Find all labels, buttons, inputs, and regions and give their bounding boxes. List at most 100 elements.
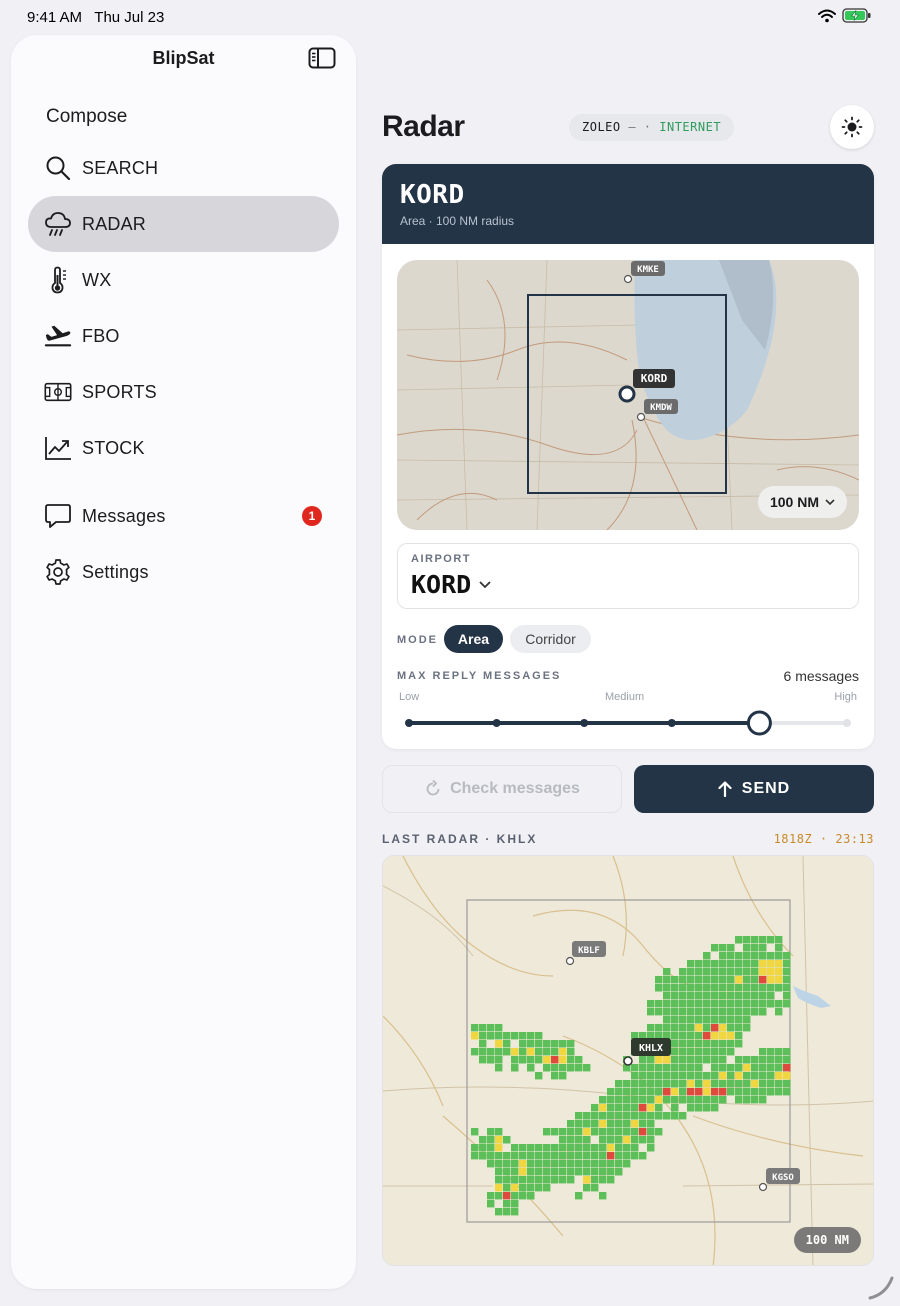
radar-cell xyxy=(471,1032,479,1040)
radar-cell xyxy=(751,1008,759,1016)
radar-cell xyxy=(567,1040,575,1048)
sidebar-toggle-icon[interactable] xyxy=(308,47,336,69)
range-selector[interactable]: 100 NM xyxy=(757,486,847,518)
radar-cell xyxy=(783,1080,791,1088)
radar-cell xyxy=(487,1200,495,1208)
sidebar-item-messages[interactable]: Messages 1 xyxy=(28,488,339,544)
radar-cell xyxy=(567,1056,575,1064)
radar-cell xyxy=(535,1048,543,1056)
radar-cell xyxy=(727,1072,735,1080)
radar-cell xyxy=(535,1040,543,1048)
check-messages-button[interactable]: Check messages xyxy=(382,765,622,813)
max-reply-slider[interactable] xyxy=(404,708,852,738)
radar-cell xyxy=(671,1088,679,1096)
radar-cell xyxy=(719,952,727,960)
radar-cell xyxy=(543,1184,551,1192)
radar-cell xyxy=(663,968,671,976)
radar-cell xyxy=(575,1120,583,1128)
radar-cell xyxy=(655,1088,663,1096)
radar-cell xyxy=(543,1040,551,1048)
radar-cell xyxy=(631,1080,639,1088)
radar-cell xyxy=(623,1160,631,1168)
radar-cell xyxy=(671,1024,679,1032)
radar-cell xyxy=(727,984,735,992)
radar-cell xyxy=(639,1128,647,1136)
radar-cell xyxy=(487,1056,495,1064)
radar-cell xyxy=(583,1160,591,1168)
sidebar-item-sports[interactable]: SPORTS xyxy=(28,364,339,420)
radar-cell xyxy=(735,1064,743,1072)
radar-cell xyxy=(495,1136,503,1144)
radar-cell xyxy=(543,1160,551,1168)
sidebar-item-search[interactable]: SEARCH xyxy=(28,140,339,196)
field-icon xyxy=(44,378,72,406)
mode-area-button[interactable]: Area xyxy=(444,625,503,653)
radar-cell xyxy=(655,1096,663,1104)
area-map[interactable]: KMKE KORD KMDW 100 NM xyxy=(397,260,859,530)
radar-cell xyxy=(727,1024,735,1032)
network-name: INTERNET xyxy=(659,120,722,134)
slider-tick xyxy=(405,719,413,727)
radar-cell xyxy=(623,1144,631,1152)
radar-cell xyxy=(487,1032,495,1040)
slider-tick xyxy=(492,719,501,727)
radar-cell xyxy=(775,1072,783,1080)
radar-cell xyxy=(551,1168,559,1176)
plane-departure-icon xyxy=(44,322,72,350)
sidebar-item-settings[interactable]: Settings xyxy=(28,544,339,600)
station-code: KORD xyxy=(400,180,465,210)
radar-cell xyxy=(735,1040,743,1048)
radar-cell xyxy=(719,1040,727,1048)
radar-cell xyxy=(487,1160,495,1168)
radar-cell xyxy=(583,1176,591,1184)
radar-cell xyxy=(679,984,687,992)
radar-cell xyxy=(519,1168,527,1176)
radar-cell xyxy=(559,1064,567,1072)
radar-cell xyxy=(551,1064,559,1072)
radar-cell xyxy=(559,1072,567,1080)
radar-cell xyxy=(575,1144,583,1152)
theme-toggle-button[interactable] xyxy=(830,105,874,149)
radar-cell xyxy=(519,1056,527,1064)
radar-cell xyxy=(623,1112,631,1120)
radar-cell xyxy=(735,1072,743,1080)
radar-cell xyxy=(639,1112,647,1120)
radar-cell xyxy=(599,1168,607,1176)
radar-cell xyxy=(559,1144,567,1152)
radar-cell xyxy=(735,960,743,968)
radar-cell xyxy=(703,1048,711,1056)
radar-cell xyxy=(519,1048,527,1056)
sidebar-item-radar[interactable]: RADAR xyxy=(28,196,339,252)
radar-cell xyxy=(671,1104,679,1112)
radar-cell xyxy=(783,1000,791,1008)
radar-cell xyxy=(727,960,735,968)
radar-cell xyxy=(783,984,791,992)
sidebar-item-wx[interactable]: WX xyxy=(28,252,339,308)
radar-cell xyxy=(599,1160,607,1168)
radar-cell xyxy=(679,1056,687,1064)
airport-picker[interactable]: AIRPORT KORD xyxy=(397,543,859,609)
radar-cell xyxy=(527,1040,535,1048)
radar-cell xyxy=(695,1032,703,1040)
radar-cell xyxy=(647,1136,655,1144)
radar-cell xyxy=(567,1168,575,1176)
radar-cell xyxy=(711,1040,719,1048)
mode-corridor-button[interactable]: Corridor xyxy=(510,625,591,653)
radar-cell xyxy=(623,1120,631,1128)
resize-handle-icon[interactable] xyxy=(866,1272,896,1302)
send-button[interactable]: SEND xyxy=(634,765,874,813)
radar-cell xyxy=(727,1080,735,1088)
radar-cell xyxy=(591,1176,599,1184)
radar-cell xyxy=(607,1160,615,1168)
radar-cell xyxy=(727,976,735,984)
sidebar-item-stock[interactable]: STOCK xyxy=(28,420,339,476)
radar-cell xyxy=(695,992,703,1000)
radar-image[interactable]: KBLF KHLX KGSO 100 NM xyxy=(382,855,874,1266)
radar-cell xyxy=(671,1072,679,1080)
radar-cell xyxy=(663,1008,671,1016)
radar-cell xyxy=(775,1000,783,1008)
radar-cell xyxy=(535,1056,543,1064)
sidebar-item-fbo[interactable]: FBO xyxy=(28,308,339,364)
radar-cell xyxy=(519,1032,527,1040)
radar-cell xyxy=(495,1208,503,1216)
